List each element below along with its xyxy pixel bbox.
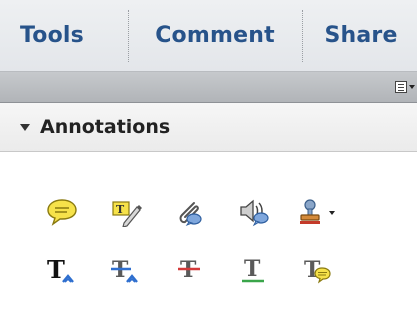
underline-text-icon[interactable]: T	[236, 252, 272, 288]
panel-options-menu-icon[interactable]	[391, 78, 415, 96]
add-note-to-text-icon[interactable]: T	[300, 252, 336, 288]
annotations-section-header[interactable]: Annotations	[0, 103, 417, 152]
chevron-down-icon	[409, 85, 415, 89]
annotations-panel: T T T T	[0, 152, 417, 318]
tab-tools[interactable]: Tools	[20, 0, 118, 71]
insert-text-at-cursor-icon[interactable]: T	[44, 252, 80, 288]
tab-divider	[302, 10, 303, 62]
tab-divider	[128, 10, 129, 62]
attach-file-icon[interactable]	[172, 194, 208, 230]
svg-text:T: T	[116, 203, 125, 216]
tab-comment[interactable]: Comment	[141, 0, 289, 71]
tab-share[interactable]: Share	[305, 0, 417, 71]
top-tab-bar: Tools Comment Share	[0, 0, 417, 72]
svg-text:T: T	[47, 255, 65, 284]
collapse-triangle-icon	[20, 123, 30, 131]
strikethrough-text-icon[interactable]: T	[172, 252, 208, 288]
replace-text-icon[interactable]: T	[108, 252, 144, 288]
panel-toolbar	[0, 72, 417, 103]
svg-text:T: T	[244, 256, 261, 282]
list-box-icon	[395, 81, 407, 93]
record-audio-icon[interactable]	[236, 194, 272, 230]
section-title: Annotations	[40, 116, 171, 138]
add-stamp-icon[interactable]	[296, 194, 340, 230]
sticky-note-icon[interactable]	[44, 194, 80, 230]
highlight-text-icon[interactable]: T	[108, 194, 144, 230]
